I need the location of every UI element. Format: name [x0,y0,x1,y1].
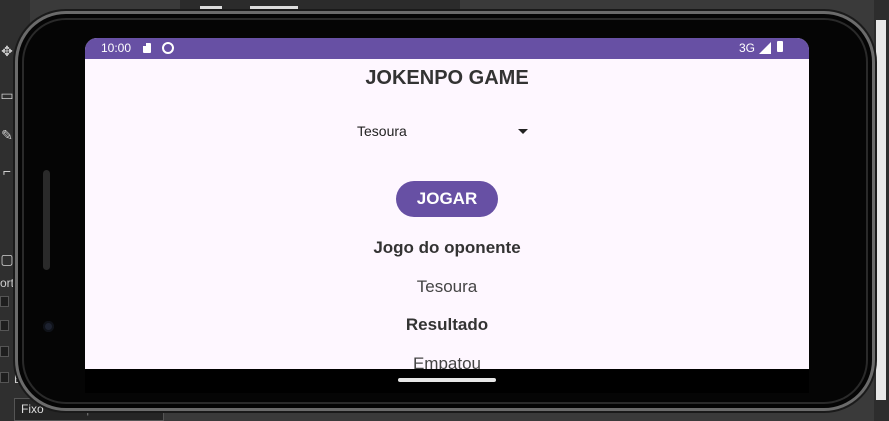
phone-frame: 10:00 3G JOKENPO GAME Tesoura JOGAR Jogo… [18,14,872,408]
eyedropper-icon[interactable]: ⌐ [0,164,14,178]
result-heading: Resultado [405,315,489,334]
select-rect-icon[interactable]: ▭ [0,88,14,102]
choice-spinner[interactable]: Tesoura [352,120,536,144]
navigation-bar [85,369,809,393]
sync-icon [162,42,174,54]
network-type: 3G [739,41,756,55]
result-value: Empatou [412,354,482,369]
host-checkbox[interactable] [0,372,9,383]
status-time: 10:00 [101,41,132,55]
battery-icon [777,41,783,52]
opponent-heading: Jogo do oponente [373,238,521,257]
host-checkbox[interactable] [0,296,9,307]
host-checkbox[interactable] [0,346,9,357]
choice-spinner-value: Tesoura [357,123,407,139]
phone-camera-icon [43,321,54,332]
host-side-label: ort [0,276,15,290]
brush-icon[interactable]: ✎ [0,128,14,142]
sd-card-icon [143,43,151,53]
host-right-panel-edge [876,20,886,400]
play-button[interactable]: JOGAR [396,181,498,217]
dropdown-arrow-icon [518,129,528,134]
status-bar: 10:00 3G [85,38,809,59]
host-bottom-field-label: Fixo [21,402,44,416]
page-title: JOKENPO GAME [365,67,529,89]
phone-screen: 10:00 3G JOKENPO GAME Tesoura JOGAR Jogo… [85,38,809,369]
home-gesture-handle[interactable] [398,378,496,382]
opponent-choice: Tesoura [416,277,478,296]
comment-icon[interactable]: ▢ [0,252,14,266]
host-right-panel [874,0,889,421]
move-tool-icon[interactable]: ✥ [0,44,14,58]
host-checkbox[interactable] [0,320,9,331]
phone-side-button[interactable] [43,170,50,270]
signal-icon [759,42,771,54]
